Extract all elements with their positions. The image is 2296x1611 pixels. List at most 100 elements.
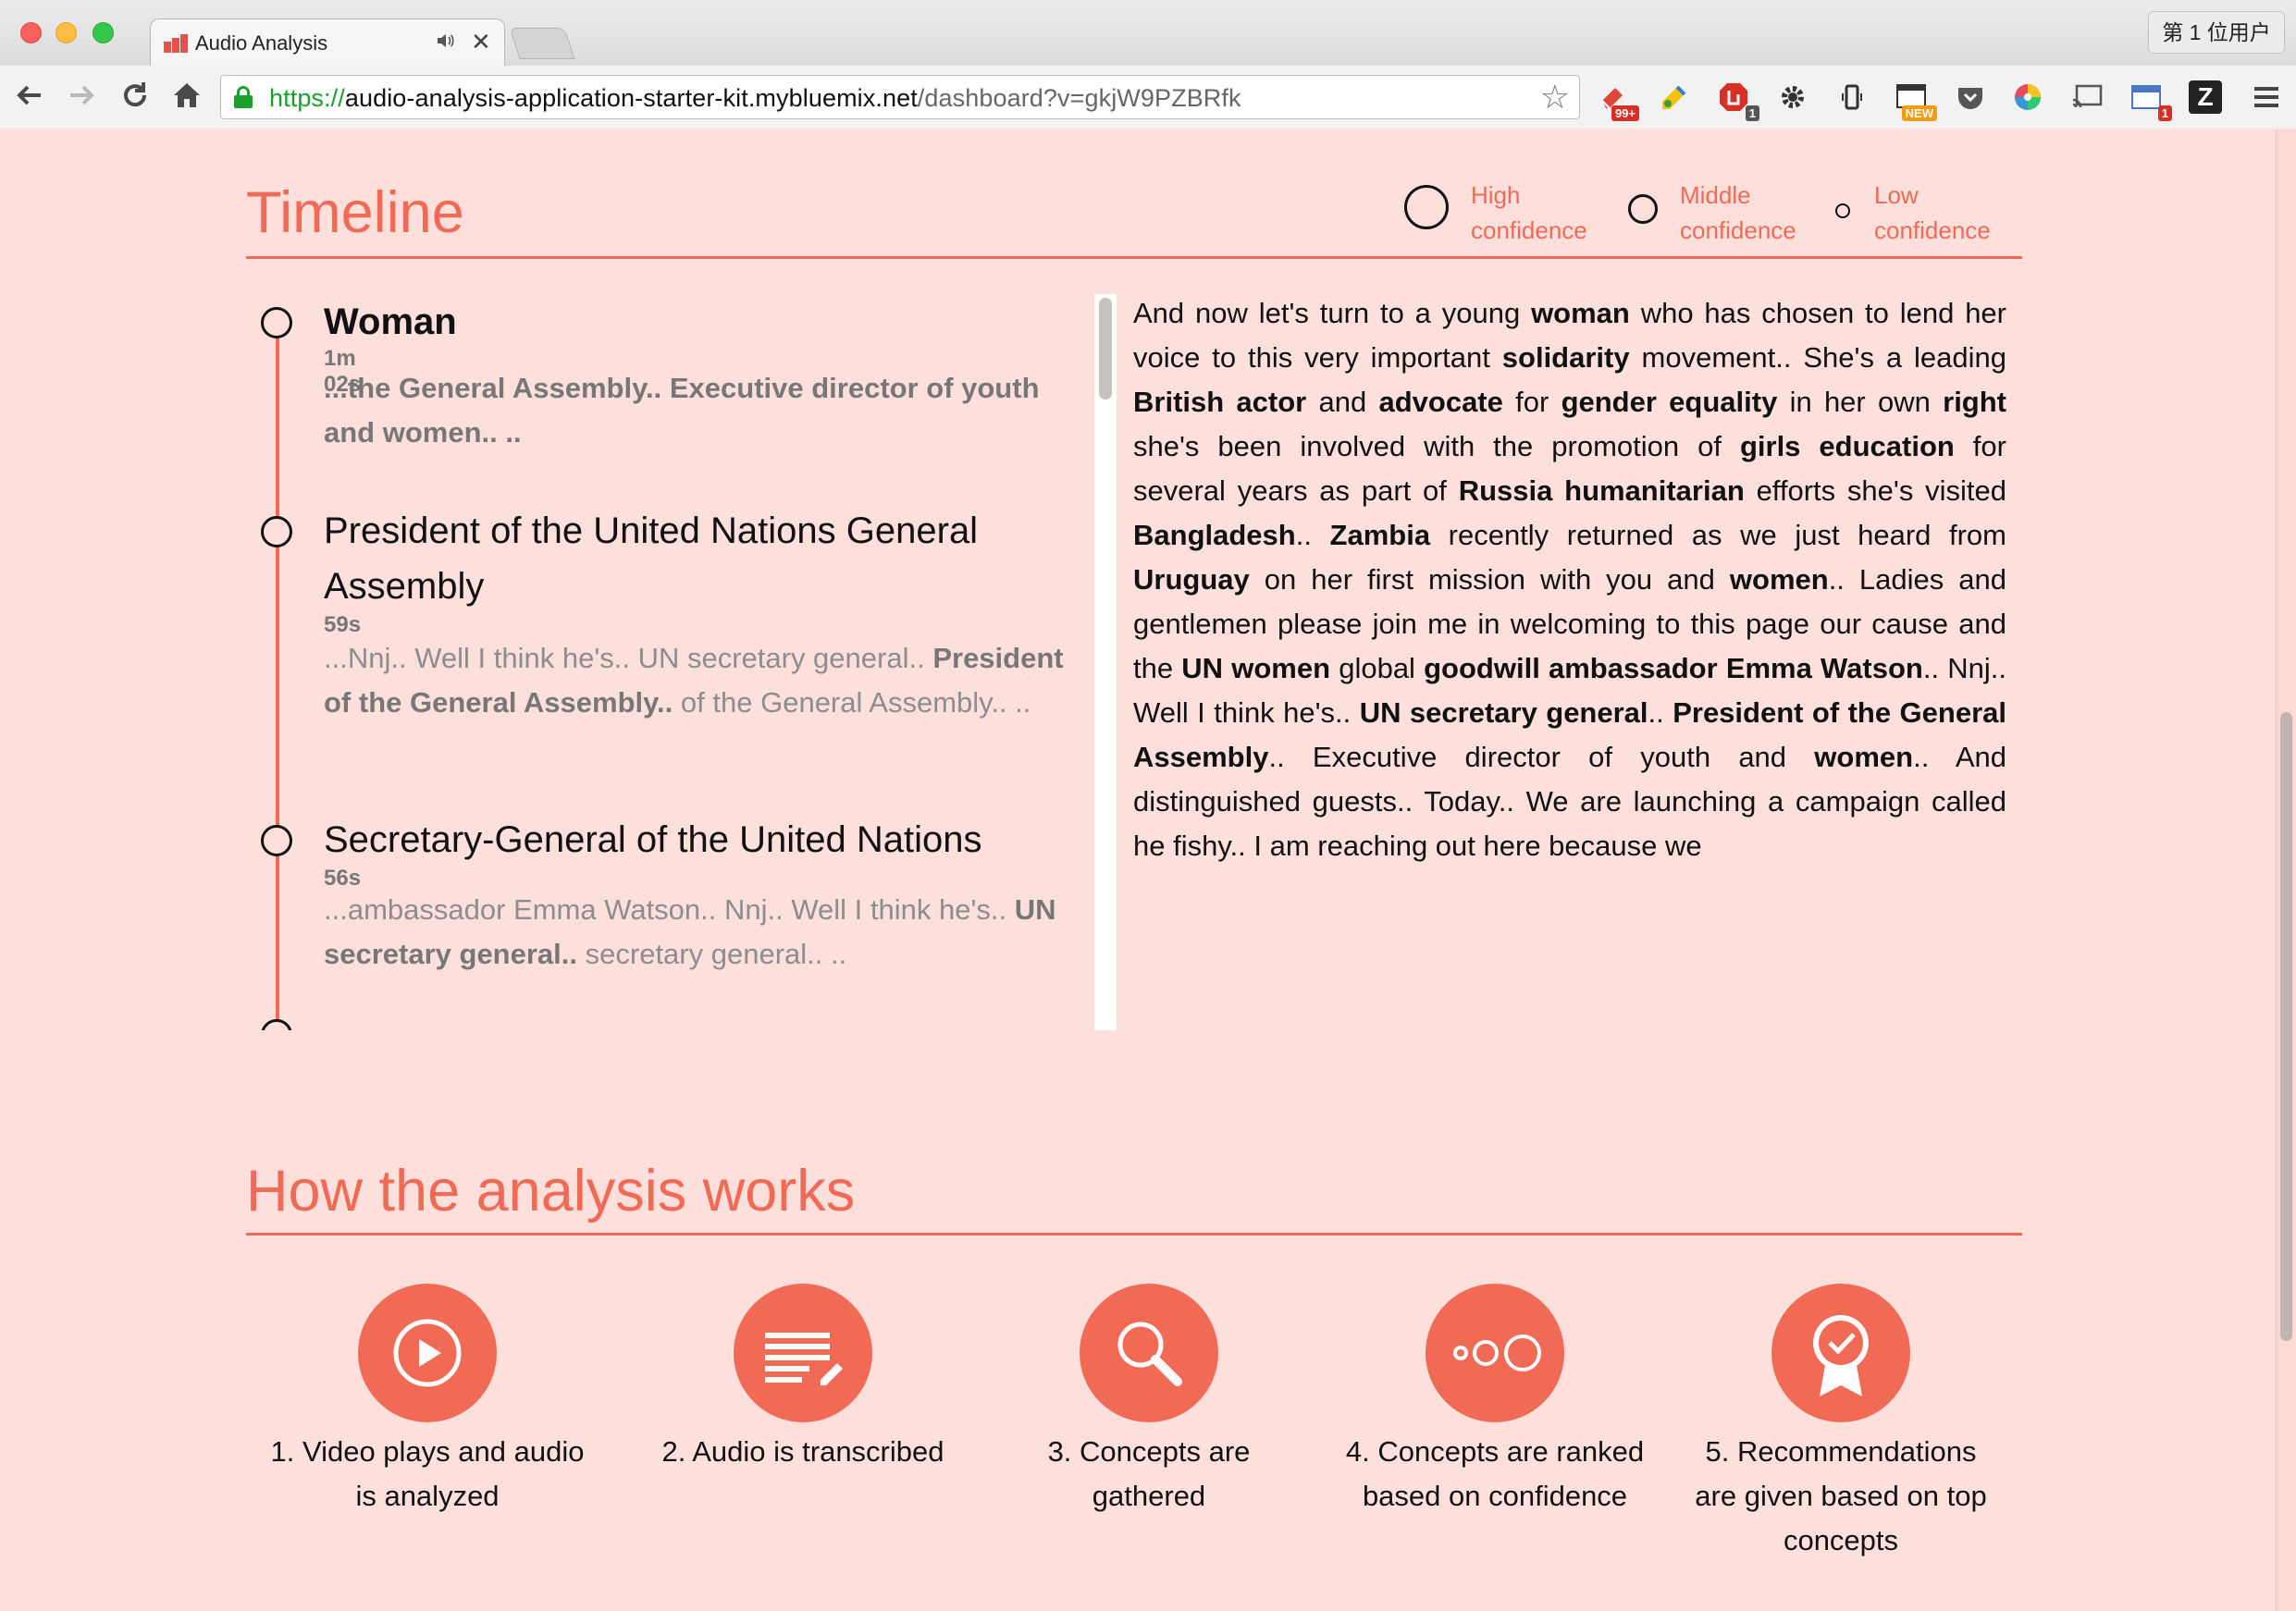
pocket-extension-icon[interactable]: [1950, 77, 1991, 117]
transcript-segment: in her own: [1777, 386, 1944, 418]
low-confidence-circle-icon: [1835, 203, 1850, 218]
minimize-window-button[interactable]: [56, 22, 77, 43]
step-label: 2. Audio is transcribed: [661, 1435, 944, 1468]
high-confidence-dot-icon: [261, 516, 292, 547]
transcript-keyword: advocate: [1378, 386, 1503, 418]
entry-snippet: ...the General Assembly.. Executive dire…: [324, 372, 1040, 449]
step-label: 3. Concepts are gathered: [1047, 1435, 1251, 1512]
cast-extension-icon[interactable]: [2067, 77, 2107, 117]
timeline-list[interactable]: Woman 1m 02s ...the General Assembly.. E…: [246, 294, 1082, 1030]
transcript-keyword: solidarity: [1501, 341, 1630, 374]
lock-icon: [234, 86, 253, 108]
adblock-extension-icon[interactable]: 1: [1713, 77, 1759, 121]
entry-snippet: ...ambassador Emma Watson.. Nnj.. Well I…: [324, 893, 1056, 970]
transcript-keyword: gender equality: [1561, 386, 1778, 418]
page-scrollbar-thumb[interactable]: [2280, 712, 2292, 1341]
transcript-segment: efforts she's visited: [1744, 474, 2006, 507]
transcript-text: And now let's turn to a young woman who …: [1133, 291, 2006, 868]
step-label: 1. Video plays and audio is analyzed: [270, 1435, 585, 1512]
entry-duration: 59s: [324, 612, 362, 637]
address-bar[interactable]: https://audio-analysis-application-start…: [220, 75, 1580, 119]
entry-heading: Woman: [324, 301, 457, 342]
entry-heading: Secretary-General of the United Nations: [324, 819, 982, 860]
award-ribbon-icon: [1771, 1284, 1910, 1422]
transcript-keyword: Bangladesh: [1133, 519, 1296, 551]
step-label: 4. Concepts are ranked based on confiden…: [1345, 1435, 1645, 1512]
timeline-line: [276, 322, 279, 1030]
profile-button[interactable]: 第 1 位用户: [2148, 11, 2285, 54]
home-icon[interactable]: [170, 79, 204, 122]
transcript-segment: recently returned as we just heard from: [1430, 519, 2006, 551]
legend-label-high: High confidence: [1471, 181, 1587, 244]
transcript-keyword: right: [1943, 386, 2006, 418]
transcript-segment: for: [1502, 386, 1562, 418]
eraser-extension-icon[interactable]: 99+: [1593, 77, 1639, 121]
high-confidence-dot-icon: [261, 1019, 292, 1030]
title-bar: Audio Analysis ✕ 第 1 位用户: [0, 0, 2296, 66]
forward-arrow-icon[interactable]: [65, 79, 98, 120]
speaker-icon[interactable]: [436, 31, 456, 56]
tab-close-icon[interactable]: ✕: [471, 28, 491, 56]
transcript-segment: ..: [1295, 519, 1330, 551]
phone-extension-icon[interactable]: [1832, 77, 1872, 117]
transcript-keyword: Uruguay: [1133, 563, 1250, 596]
legend-label-middle: Middle confidence: [1680, 181, 1796, 244]
z-extension-icon[interactable]: Z: [2189, 80, 2222, 114]
ranked-circles-icon: [1426, 1284, 1564, 1422]
high-confidence-dot-icon: [261, 307, 292, 338]
url-text: https://audio-analysis-application-start…: [269, 84, 1241, 112]
transcript-segment: and: [1306, 386, 1379, 418]
timeline-title: Timeline: [246, 180, 464, 245]
transcript-segment: on her first mission with you and: [1249, 563, 1730, 596]
high-confidence-dot-icon: [261, 825, 292, 856]
transcript-keyword: women: [1814, 741, 1914, 773]
step-label: 5. Recommendations are given based on to…: [1695, 1435, 1987, 1556]
page-scrollbar[interactable]: [2276, 129, 2296, 1611]
menu-icon[interactable]: [2246, 77, 2287, 117]
reload-icon[interactable]: [118, 79, 152, 120]
new-tab-button[interactable]: [509, 28, 575, 59]
play-icon: [358, 1284, 497, 1422]
page-content: Timeline High confidence Middle confiden…: [0, 129, 2296, 1611]
transcript-keyword: women: [1729, 563, 1829, 596]
close-window-button[interactable]: [20, 22, 42, 43]
tab-title: Audio Analysis: [195, 31, 328, 55]
transcript-keyword: Zambia: [1329, 519, 1431, 551]
middle-confidence-circle-icon: [1628, 194, 1658, 224]
transcript-segment: global: [1330, 652, 1425, 684]
transcript-segment: movement.. She's a leading: [1629, 341, 2006, 374]
transcript-segment: she's been involved with the promotion o…: [1133, 430, 1740, 462]
entry-snippet: ...Nnj.. Well I think he's.. UN secretar…: [324, 642, 1064, 719]
color-wheel-extension-icon[interactable]: [2007, 77, 2048, 117]
transcript-keyword: goodwill ambassador Emma Watson: [1424, 652, 1923, 684]
transcript-keyword: Russia humanitarian: [1458, 474, 1745, 507]
timeline-scrollbar-thumb[interactable]: [1099, 298, 1112, 400]
high-confidence-circle-icon: [1404, 185, 1449, 229]
entry-heading: President of the United Nations General …: [324, 510, 979, 607]
transcript-segment: ..: [1648, 696, 1673, 729]
transcript-keyword: UN women: [1181, 652, 1331, 684]
timeline-scrollbar[interactable]: [1094, 294, 1117, 1030]
magnifier-icon: [1080, 1284, 1218, 1422]
favicon-icon: [164, 34, 191, 53]
gear-extension-icon[interactable]: [1772, 77, 1813, 117]
browser-chrome: Audio Analysis ✕ 第 1 位用户 https://audio-a…: [0, 0, 2296, 129]
analysis-divider: [246, 1233, 2022, 1236]
zoom-window-button[interactable]: [93, 22, 114, 43]
pencil-extension-icon[interactable]: [1654, 77, 1695, 117]
transcript-segment: .. Executive director of youth and: [1268, 741, 1815, 773]
calendar-extension-icon[interactable]: 1: [2126, 77, 2172, 121]
transcript-keyword: British actor: [1133, 386, 1307, 418]
legend-label-low: Low confidence: [1874, 181, 1991, 244]
browser-tab-active[interactable]: Audio Analysis ✕: [150, 18, 505, 66]
bookmark-star-icon[interactable]: ☆: [1540, 78, 1570, 117]
window-extension-icon[interactable]: NEW: [1891, 77, 1937, 121]
analysis-title: How the analysis works: [246, 1159, 856, 1224]
transcript-icon: [734, 1284, 872, 1422]
transcript-segment: And now let's turn to a young: [1133, 297, 1532, 329]
transcript-keyword: UN secretary general: [1359, 696, 1648, 729]
back-arrow-icon[interactable]: [13, 79, 46, 120]
timeline-divider: [246, 256, 2022, 259]
transcript-keyword: woman: [1531, 297, 1630, 329]
transcript-keyword: girls education: [1739, 430, 1955, 462]
